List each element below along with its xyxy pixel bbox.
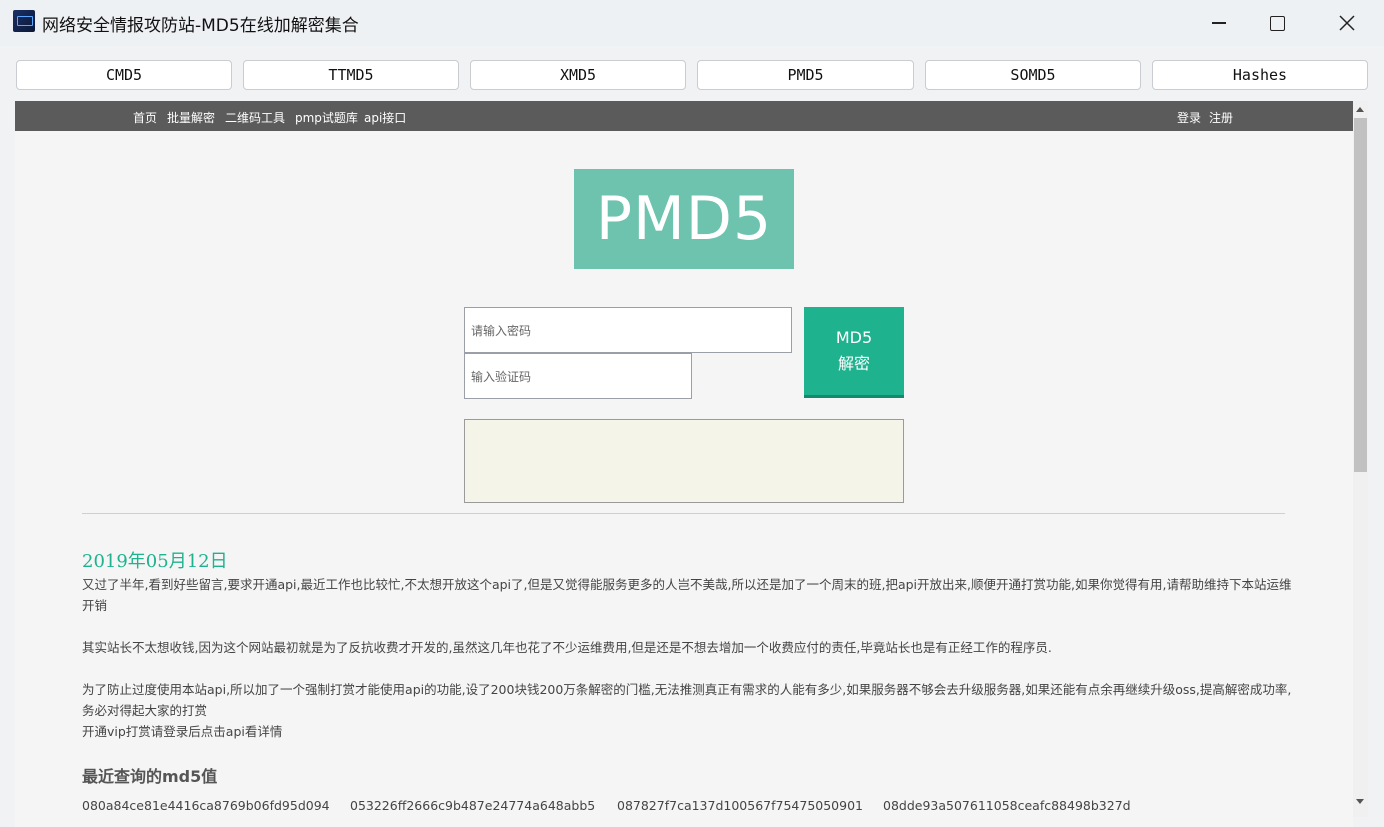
recent-hash-item[interactable]: 053226ff2666c9b487e24774a648abb5 <box>350 798 595 813</box>
tab-hashes[interactable]: Hashes <box>1152 60 1368 90</box>
article-paragraph-3: 为了防止过度使用本站api,所以加了一个强制打赏才能使用api的功能,设了200… <box>82 682 1292 718</box>
nav-home-link[interactable]: 首页 <box>133 109 157 126</box>
nav-qrcode-link[interactable]: 二维码工具 <box>225 109 285 126</box>
article-paragraph-4: 开通vip打赏请登录后点击api看详情 <box>82 724 283 739</box>
article-paragraph-2: 其实站长不太想收钱,因为这个网站最初就是为了反抗收费才开发的,虽然这几年也花了不… <box>82 640 1052 655</box>
decrypt-button-line1: MD5 <box>835 328 873 347</box>
login-link[interactable]: 登录 <box>1177 109 1201 126</box>
tab-somd5[interactable]: SOMD5 <box>925 60 1141 90</box>
vertical-scrollbar[interactable] <box>1353 101 1368 817</box>
password-input[interactable]: 请输入密码 <box>464 307 792 353</box>
register-link[interactable]: 注册 <box>1209 109 1233 126</box>
maximize-icon <box>1269 15 1285 31</box>
result-output-box[interactable] <box>464 419 904 503</box>
web-viewport: 首页 批量解密 二维码工具 pmp试题库 api接口 登录 注册 PMD5 请输… <box>15 101 1353 827</box>
minimize-button[interactable] <box>1190 0 1248 46</box>
decrypt-button-line2: 解密 <box>837 354 870 373</box>
article-date: 2019年05月12日 <box>82 551 228 572</box>
recent-hash-item[interactable]: 08dde93a507611058ceafc88498b327d <box>883 798 1131 813</box>
tab-ttmd5[interactable]: TTMD5 <box>243 60 459 90</box>
tab-pmd5[interactable]: PMD5 <box>697 60 914 90</box>
md5-decrypt-button[interactable]: MD5 解密 <box>804 307 904 398</box>
close-icon <box>1339 15 1355 31</box>
captcha-input[interactable]: 输入验证码 <box>464 353 692 399</box>
site-top-nav: 首页 批量解密 二维码工具 pmp试题库 api接口 登录 注册 <box>15 101 1353 131</box>
content-divider <box>82 513 1285 514</box>
recent-md5-title: 最近查询的md5值 <box>82 767 218 786</box>
close-button[interactable] <box>1318 0 1376 46</box>
title-bar: 网络安全情报攻防站-MD5在线加解密集合 <box>0 0 1384 46</box>
recent-hash-item[interactable]: 080a84ce81e4416ca8769b06fd95d094 <box>82 798 330 813</box>
site-logo: PMD5 <box>574 169 794 269</box>
minimize-icon <box>1212 22 1226 24</box>
app-logo-icon <box>13 10 35 32</box>
nav-batch-decrypt-link[interactable]: 批量解密 <box>167 109 215 126</box>
nav-api-link[interactable]: api接口 <box>364 109 406 126</box>
window-title: 网络安全情报攻防站-MD5在线加解密集合 <box>42 16 359 36</box>
maximize-button[interactable] <box>1248 0 1306 46</box>
tab-cmd5[interactable]: CMD5 <box>16 60 232 90</box>
article-paragraph-1: 又过了半年,看到好些留言,要求开通api,最近工作也比较忙,不太想开放这个api… <box>82 577 1292 613</box>
tab-xmd5[interactable]: XMD5 <box>470 60 686 90</box>
scrollbar-thumb[interactable] <box>1354 118 1367 472</box>
scroll-down-arrow-icon[interactable] <box>1356 799 1364 804</box>
scroll-up-arrow-icon[interactable] <box>1356 107 1364 112</box>
site-tab-bar: CMD5 TTMD5 XMD5 PMD5 SOMD5 Hashes <box>0 46 1384 100</box>
recent-hash-item[interactable]: 087827f7ca137d100567f75475050901 <box>617 798 863 813</box>
nav-pmp-link[interactable]: pmp试题库 <box>295 109 358 126</box>
